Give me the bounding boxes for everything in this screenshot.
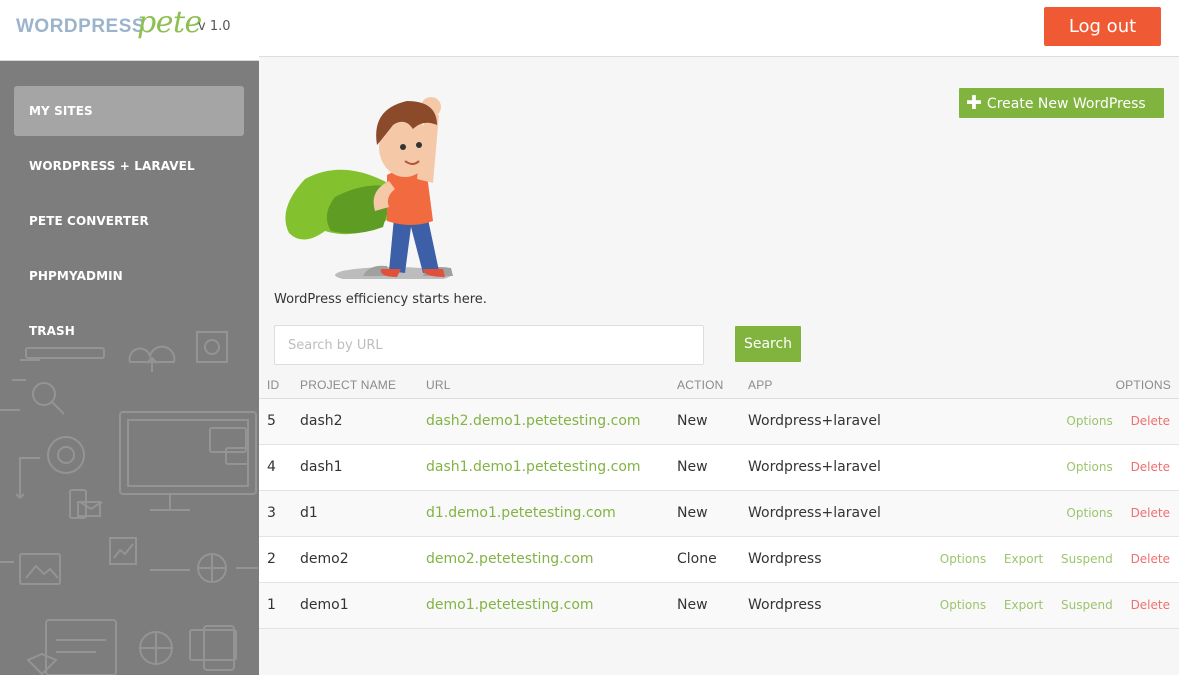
sidebar-nav: MY SITES WORDPRESS + LARAVEL PETE CONVER… — [14, 86, 244, 361]
options-link[interactable]: Options — [1066, 506, 1112, 520]
sidebar-item-my-sites[interactable]: MY SITES — [14, 86, 244, 136]
cell-id: 4 — [267, 459, 276, 475]
cell-id: 2 — [267, 551, 276, 567]
tagline: WordPress efficiency starts here. — [274, 292, 487, 307]
options-link[interactable]: Options — [1066, 460, 1112, 474]
top-bar: Log out — [259, 0, 1179, 57]
main-content: ✚ Create New WordPress WordPress efficien… — [259, 57, 1179, 675]
table-header: ID PROJECT NAME URL ACTION APP OPTIONS — [259, 374, 1179, 399]
delete-link[interactable]: Delete — [1131, 460, 1170, 474]
logo-script: pete — [137, 5, 202, 40]
export-link[interactable]: Export — [1004, 552, 1043, 566]
sites-table: ID PROJECT NAME URL ACTION APP OPTIONS 5… — [259, 374, 1179, 629]
cell-url-link[interactable]: d1.demo1.petetesting.com — [426, 491, 616, 536]
sidebar-item-pete-converter[interactable]: PETE CONVERTER — [14, 196, 244, 246]
table-row: 2 demo2 demo2.petetesting.com Clone Word… — [259, 537, 1179, 583]
delete-link[interactable]: Delete — [1131, 506, 1170, 520]
cell-app: Wordpress+laravel — [748, 505, 881, 521]
row-actions: Options Delete — [1052, 445, 1170, 490]
create-wordpress-label: Create New WordPress — [986, 96, 1146, 112]
logo-wordmark: WORDPRESS — [16, 16, 146, 37]
sidebar-item-wordpress-laravel[interactable]: WORDPRESS + LARAVEL — [14, 141, 244, 191]
cell-app: Wordpress — [748, 551, 822, 567]
sidebar-item-phpmyadmin[interactable]: PHPMYADMIN — [14, 251, 244, 301]
cell-url-link[interactable]: demo2.petetesting.com — [426, 537, 594, 582]
logo-bar: WORDPRESS pete v 1.0 — [0, 0, 259, 61]
cell-action: New — [677, 505, 708, 521]
col-url: URL — [426, 378, 451, 392]
sidebar: WORDPRESS pete v 1.0 MY SITES WORDPRESS … — [0, 0, 259, 675]
options-link[interactable]: Options — [940, 552, 986, 566]
cell-project-name: dash1 — [300, 459, 343, 475]
create-wordpress-button[interactable]: ✚ Create New WordPress — [959, 88, 1164, 118]
table-row: 5 dash2 dash2.demo1.petetesting.com New … — [259, 399, 1179, 445]
export-link[interactable]: Export — [1004, 598, 1043, 612]
row-actions: Options Delete — [1052, 399, 1170, 444]
cell-app: Wordpress+laravel — [748, 413, 881, 429]
cell-action: Clone — [677, 551, 717, 567]
table-row: 1 demo1 demo1.petetesting.com New Wordpr… — [259, 583, 1179, 629]
row-actions: Options Export Suspend Delete — [926, 537, 1170, 582]
delete-link[interactable]: Delete — [1131, 598, 1170, 612]
cell-project-name: dash2 — [300, 413, 343, 429]
logout-button[interactable]: Log out — [1044, 7, 1161, 46]
options-link[interactable]: Options — [1066, 414, 1112, 428]
cell-action: New — [677, 413, 708, 429]
row-actions: Options Delete — [1052, 491, 1170, 536]
cell-project-name: demo1 — [300, 597, 349, 613]
cell-url-link[interactable]: dash2.demo1.petetesting.com — [426, 399, 641, 444]
plus-icon: ✚ — [966, 92, 982, 114]
table-row: 3 d1 d1.demo1.petetesting.com New Wordpr… — [259, 491, 1179, 537]
table-row: 4 dash1 dash1.demo1.petetesting.com New … — [259, 445, 1179, 491]
hero-illustration-icon — [285, 97, 453, 279]
cell-url-link[interactable]: dash1.demo1.petetesting.com — [426, 445, 641, 490]
delete-link[interactable]: Delete — [1131, 414, 1170, 428]
col-id: ID — [267, 378, 280, 392]
col-options: OPTIONS — [1115, 378, 1171, 392]
col-action: ACTION — [677, 378, 724, 392]
col-app: APP — [748, 378, 773, 392]
cell-id: 1 — [267, 597, 276, 613]
col-project-name: PROJECT NAME — [300, 378, 397, 392]
cell-app: Wordpress — [748, 597, 822, 613]
version-label: v 1.0 — [198, 19, 231, 34]
cell-url-link[interactable]: demo1.petetesting.com — [426, 583, 594, 628]
delete-link[interactable]: Delete — [1131, 552, 1170, 566]
suspend-link[interactable]: Suspend — [1061, 552, 1113, 566]
sidebar-item-trash[interactable]: TRASH — [14, 306, 244, 356]
cell-project-name: d1 — [300, 505, 318, 521]
options-link[interactable]: Options — [940, 598, 986, 612]
cell-app: Wordpress+laravel — [748, 459, 881, 475]
search-url-input[interactable] — [274, 325, 704, 365]
cell-action: New — [677, 597, 708, 613]
search-button[interactable]: Search — [735, 326, 801, 362]
row-actions: Options Export Suspend Delete — [926, 583, 1170, 628]
cell-action: New — [677, 459, 708, 475]
cell-id: 3 — [267, 505, 276, 521]
suspend-link[interactable]: Suspend — [1061, 598, 1113, 612]
cell-id: 5 — [267, 413, 276, 429]
cell-project-name: demo2 — [300, 551, 349, 567]
